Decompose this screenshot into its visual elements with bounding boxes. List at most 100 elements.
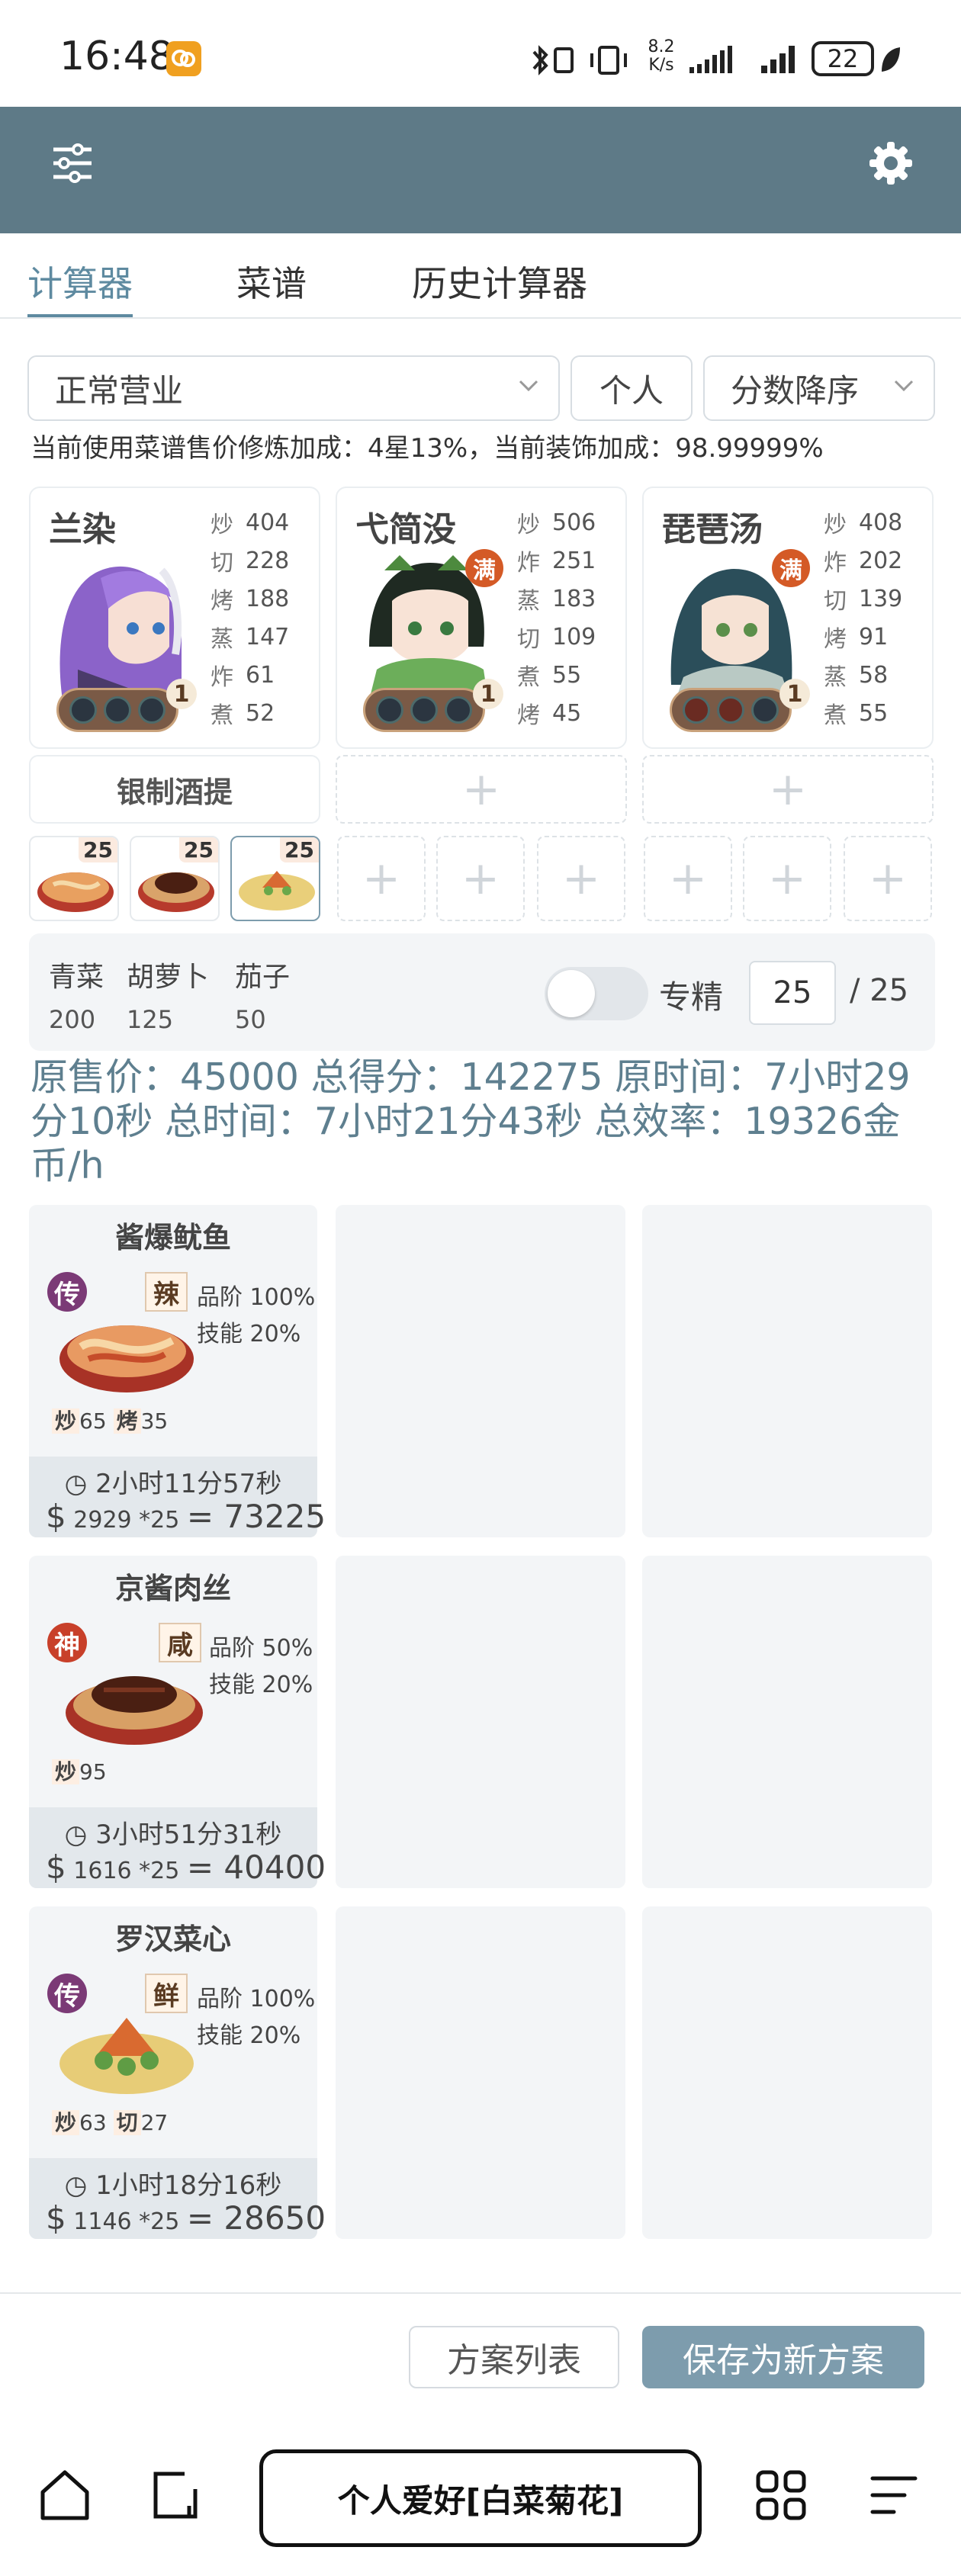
rarity-badge: 传 <box>47 1974 87 2013</box>
plus-icon: + <box>668 852 708 905</box>
add-dish-button[interactable]: + <box>844 836 932 921</box>
grid-icon[interactable] <box>754 2468 808 2523</box>
chef-stats: 炒 506 炸 251 蒸 183 切 109 煮 55 烤 45 <box>517 509 596 730</box>
chef-name: 琵琶汤 <box>662 510 763 549</box>
dish-slot[interactable]: 25 <box>130 836 220 921</box>
plus-icon: + <box>868 852 908 905</box>
chef-full-badge: 满 <box>465 549 503 587</box>
plus-icon: + <box>561 852 601 905</box>
page-title-button[interactable]: 个人爱好[白菜菊花] <box>259 2449 702 2547</box>
sliders-icon[interactable] <box>50 140 95 186</box>
recipe-footer: ◷ 1小时18分16秒 $ 1146 *25 = 28650 <box>29 2158 326 2239</box>
flavor-badge: 辣 <box>145 1272 188 1312</box>
recipe-price: $ 1146 *25 = 28650 <box>46 2199 326 2237</box>
recipe-card[interactable]: 酱爆鱿鱼 传 辣 品阶 100% 技能 20% 炒 65 烤 35 ◷ 2小时11分5… <box>29 1205 326 1537</box>
chef-card[interactable]: 弋简没 炒 506 炸 251 蒸 183 切 109 煮 55 烤 45 满 1 <box>336 487 627 749</box>
plus-icon: + <box>768 763 808 816</box>
chef-level-badge: 1 <box>473 679 503 709</box>
sort-select[interactable]: 分数降序 <box>703 355 935 421</box>
recipe-time: ◷ 2小时11分57秒 <box>64 1469 282 1499</box>
mode-select[interactable]: 正常营业 <box>27 355 560 421</box>
tab-history-calculator[interactable]: 历史计算器 <box>412 256 587 305</box>
clock-icon: ◷ <box>64 1820 88 1850</box>
empty-recipe-slot[interactable] <box>336 1556 625 1888</box>
empty-recipe-slot[interactable] <box>642 1205 932 1537</box>
chevron-down-icon <box>519 380 538 392</box>
chef-stats: 炒 404 切 228 烤 188 蒸 147 炸 61 煮 52 <box>211 509 290 730</box>
status-bar: 16:48 8.2 K/s 22 <box>0 0 961 107</box>
notification-app-icon <box>166 41 201 76</box>
summary-text: 原售价：45000 总得分：142275 原时间：7小时29分10秒 总时间：7… <box>31 1055 911 1187</box>
rarity-badge: 传 <box>47 1272 87 1312</box>
tabs-icon[interactable] <box>149 2468 204 2523</box>
recipe-name: 酱爆鱿鱼 <box>114 1221 231 1254</box>
signal-icon <box>761 46 795 73</box>
recipe-footer: ◷ 3小时51分31秒 $ 1616 *25 = 40400 <box>29 1807 326 1888</box>
recipe-name: 京酱肉丝 <box>114 1572 231 1605</box>
dish-slot-selected[interactable]: 25 <box>230 836 320 921</box>
chef-card[interactable]: 兰染 炒 404 切 228 烤 188 蒸 147 炸 61 煮 52 1 <box>29 487 320 749</box>
chef-stats: 炒 408 炸 202 切 139 烤 91 蒸 58 煮 55 <box>824 509 903 730</box>
tab-calculator[interactable]: 计算器 <box>27 256 133 305</box>
empty-recipe-slot[interactable] <box>336 1906 625 2239</box>
battery-icon: 22 <box>812 41 874 76</box>
dish-qty: 25 <box>79 837 117 862</box>
ingredients-panel: 青菜 200 胡萝卜 125 茄子 50 专精 25 / 25 <box>29 933 935 1051</box>
add-dish-button[interactable]: + <box>337 836 426 921</box>
flavor-badge: 咸 <box>159 1623 201 1662</box>
chef-rings <box>56 688 178 732</box>
status-time: 16:48 <box>59 34 174 79</box>
recipe-card[interactable]: 京酱肉丝 神 咸 品阶 50% 技能 20% 炒 95 ◷ 3小时51分31秒 $ … <box>29 1556 326 1888</box>
leaf-icon <box>882 47 900 72</box>
add-equipment-button[interactable]: + <box>642 755 934 824</box>
add-dish-button[interactable]: + <box>436 836 525 921</box>
recipe-skill-requirements: 炒 95 <box>52 1755 107 1786</box>
specialize-input[interactable]: 25 <box>749 961 836 1025</box>
empty-recipe-slot[interactable] <box>642 1906 932 2239</box>
bonus-note: 当前使用菜谱售价修炼加成：4星13%，当前装饰加成：98.99999% <box>31 433 824 464</box>
ingredient-item: 青菜 200 <box>49 962 104 1034</box>
tab-divider <box>0 317 961 319</box>
add-dish-button[interactable]: + <box>743 836 831 921</box>
specialize-label: 专精 <box>659 978 724 1016</box>
specialize-toggle[interactable] <box>545 967 648 1020</box>
vibrate-icon <box>590 46 627 75</box>
empty-recipe-slot[interactable] <box>336 1205 625 1537</box>
plus-icon: + <box>461 763 501 816</box>
specialize-max: / 25 <box>850 973 909 1008</box>
recipe-skill-requirements: 炒 65 烤 35 <box>52 1405 168 1435</box>
chef-level-badge: 1 <box>779 679 810 709</box>
save-new-plan-button[interactable]: 保存为新方案 <box>642 2326 924 2388</box>
recipe-time: ◷ 3小时51分31秒 <box>64 1820 282 1850</box>
scope-select[interactable]: 个人 <box>570 355 693 421</box>
chef-name: 弋简没 <box>355 510 456 549</box>
battery-level: 22 <box>827 44 859 73</box>
add-equipment-button[interactable]: + <box>336 755 627 824</box>
plus-icon: + <box>362 852 401 905</box>
flavor-badge: 鲜 <box>145 1974 188 2013</box>
empty-recipe-slot[interactable] <box>642 1556 932 1888</box>
equipment-slot[interactable]: 银制酒提 <box>29 755 320 824</box>
add-dish-button[interactable]: + <box>537 836 625 921</box>
dish-slot[interactable]: 25 <box>29 836 119 921</box>
home-icon[interactable] <box>38 2468 92 2523</box>
gear-icon[interactable] <box>866 139 915 188</box>
chef-card[interactable]: 琵琶汤 炒 408 炸 202 切 139 烤 91 蒸 58 煮 55 满 1 <box>642 487 934 749</box>
recipe-bonus: 品阶 100% 技能 20% <box>197 1986 316 2049</box>
mode-select-value: 正常营业 <box>55 371 184 410</box>
ingredient-item: 茄子 50 <box>235 962 291 1034</box>
tab-recipes[interactable]: 菜谱 <box>236 256 307 305</box>
rarity-badge: 神 <box>47 1623 87 1662</box>
plus-icon: + <box>767 852 807 905</box>
recipe-card[interactable]: 罗汉菜心 传 鲜 品阶 100% 技能 20% 炒 63 切 27 ◷ 1小时18分1… <box>29 1906 326 2239</box>
chef-avatar <box>47 555 189 700</box>
plan-list-button[interactable]: 方案列表 <box>409 2326 619 2388</box>
add-dish-button[interactable]: + <box>644 836 732 921</box>
scope-select-value: 个人 <box>599 371 664 410</box>
signal-icon <box>689 46 732 73</box>
clock-icon: ◷ <box>64 1469 88 1499</box>
clock-icon: ◷ <box>64 2170 88 2201</box>
ingredient-item: 胡萝卜 125 <box>127 962 210 1034</box>
dish-qty: 25 <box>280 837 319 862</box>
menu-icon[interactable] <box>866 2471 921 2520</box>
